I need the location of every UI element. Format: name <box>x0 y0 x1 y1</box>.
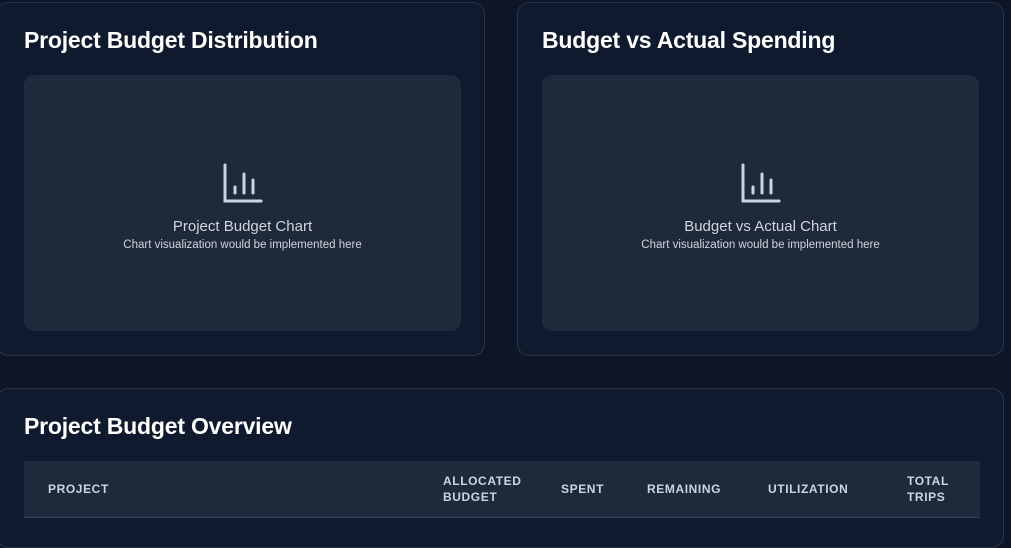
chart-placeholder-subtitle: Chart visualization would be implemented… <box>123 238 362 251</box>
column-header-utilization[interactable]: UTILIZATION <box>768 481 848 497</box>
bar-chart-icon <box>223 163 262 202</box>
card-title: Budget vs Actual Spending <box>542 27 836 53</box>
chart-placeholder-subtitle: Chart visualization would be implemented… <box>641 238 880 251</box>
column-header-spent[interactable]: SPENT <box>561 481 604 497</box>
column-header-total-trips[interactable]: TOTAL TRIPS <box>907 473 967 505</box>
chart-placeholder-title: Budget vs Actual Chart <box>684 217 837 235</box>
budget-vs-actual-card: Budget vs Actual Spending Budget vs Actu… <box>517 2 1004 356</box>
chart-placeholder: Project Budget Chart Chart visualization… <box>24 75 461 331</box>
project-budget-distribution-card: Project Budget Distribution Project Budg… <box>0 2 485 356</box>
bar-chart-icon <box>741 163 780 202</box>
card-title: Project Budget Distribution <box>24 27 318 53</box>
card-title: Project Budget Overview <box>24 413 292 439</box>
column-header-allocated-budget[interactable]: ALLOCATED BUDGET <box>443 473 533 505</box>
project-budget-overview-card: Project Budget Overview PROJECT ALLOCATE… <box>0 388 1004 548</box>
chart-placeholder-title: Project Budget Chart <box>172 217 313 235</box>
chart-placeholder: Budget vs Actual Chart Chart visualizati… <box>542 75 979 331</box>
table-header: PROJECT ALLOCATED BUDGET SPENT REMAINING… <box>24 461 980 518</box>
column-header-project[interactable]: PROJECT <box>48 481 109 497</box>
column-header-remaining[interactable]: REMAINING <box>647 481 721 497</box>
